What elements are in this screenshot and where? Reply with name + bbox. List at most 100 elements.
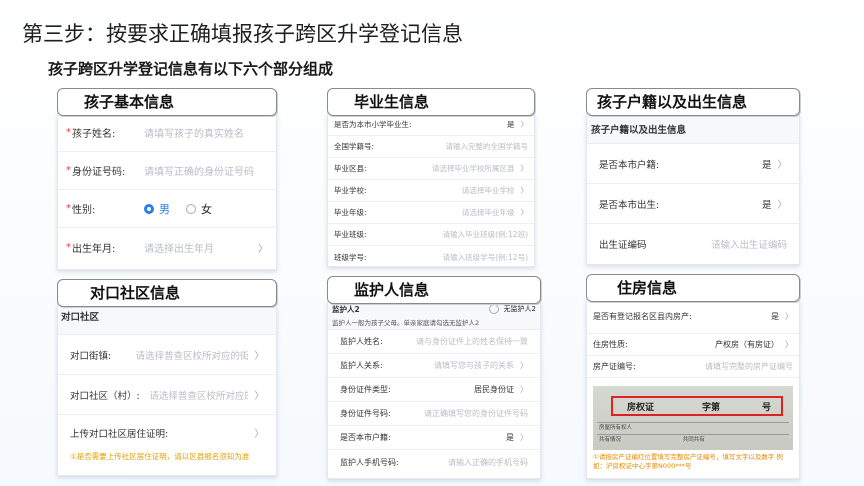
- field-gender: * 性别: 男 女: [58, 190, 276, 228]
- radio-unchecked-icon: [186, 203, 196, 214]
- field-label: 毕业年级:: [334, 208, 367, 217]
- class-number-input[interactable]: 请输入班级学号(例:12号): [443, 252, 528, 263]
- guardian-relation-select[interactable]: 请填写您与孩子的关系: [434, 360, 514, 371]
- field-property-cert[interactable]: 房产证编号: 请填写完整的房产证编号: [587, 356, 799, 378]
- required-mark: *: [66, 127, 71, 138]
- field-label: 住房性质:: [593, 340, 628, 349]
- section-header-basic: 孩子基本信息: [57, 88, 277, 116]
- field-student-id[interactable]: 全国学籍号: 请输入完整的全国学籍号: [328, 136, 534, 158]
- cert-highlight-box: 房权证 字第 号: [611, 396, 783, 416]
- field-class-number[interactable]: 班级学号: 请输入班级学号(例:12号): [328, 246, 534, 266]
- field-value: 是: [771, 312, 779, 321]
- field-has-property[interactable]: 是否有登记报名区县内房产: 是〉: [587, 300, 799, 334]
- section-header-hukou: 孩子户籍以及出生信息: [586, 88, 800, 116]
- card-basic-info: * 孩子姓名: 请填写孩子的真实姓名 * 身份证号码: 请填写正确的身份证号码 …: [57, 113, 277, 270]
- guardian-subheader: 监护人2 无监护人2 监护人一般为孩子父母。单亲家庭请勾选无监护人2: [328, 302, 540, 330]
- student-id-input[interactable]: 请输入完整的全国学籍号: [446, 141, 529, 152]
- chevron-right-icon: 〉: [254, 390, 264, 402]
- grad-grade-select[interactable]: 请选择毕业年级: [462, 207, 515, 218]
- gender-male-label: 男: [159, 202, 170, 216]
- guardian-name-input[interactable]: 请与身份证件上的姓名保持一致: [416, 336, 528, 347]
- field-community-street[interactable]: 对口街镇: 请选择普查区校所对应的街镇 〉: [58, 335, 276, 375]
- field-upload-residence[interactable]: 上传对口社区居住证明: 〉: [58, 415, 276, 451]
- field-label: 身份证件类型:: [340, 385, 391, 394]
- field-label: 性别:: [72, 205, 96, 216]
- gender-male-radio[interactable]: 男: [144, 201, 170, 217]
- radio-unchecked-icon: [488, 304, 499, 314]
- field-label: 是否有登记报名区县内房产:: [593, 311, 692, 321]
- field-housing-type[interactable]: 住房性质: 产权房（有房证） 〉: [587, 334, 799, 356]
- card-graduate-info: 是否为本市小学毕业生: 是〉 全国学籍号: 请输入完整的全国学籍号 毕业区县: …: [327, 113, 535, 267]
- guardian-id-input[interactable]: 请正确填写您的身份证件号码: [424, 408, 528, 419]
- child-name-input[interactable]: 请填写孩子的真实姓名: [144, 125, 244, 140]
- field-id-number[interactable]: * 身份证号码: 请填写正确的身份证号码: [58, 152, 276, 190]
- field-value: 是: [761, 159, 772, 171]
- required-mark: *: [66, 241, 71, 253]
- radio-checked-icon: [144, 203, 154, 214]
- field-id-type[interactable]: 身份证件类型: 居民身份证〉: [328, 378, 540, 402]
- field-guardian-name[interactable]: 监护人姓名: 请与身份证件上的姓名保持一致: [328, 330, 540, 354]
- field-community-village[interactable]: 对口社区（村）: 请选择普查区校所对应的社 〉: [58, 375, 276, 415]
- birth-cert-input[interactable]: 请输入出生证编码: [711, 237, 787, 251]
- guardian-hint: 监护人一般为孩子父母。单亲家庭请勾选无监护人2: [332, 319, 480, 327]
- no-guardian-checkbox[interactable]: 无监护人2: [488, 304, 536, 314]
- field-local-hukou[interactable]: 是否本市户籍: 是〉: [587, 144, 799, 184]
- chevron-right-icon: 〉: [254, 429, 264, 440]
- gender-female-label: 女: [201, 202, 212, 216]
- property-cert-input[interactable]: 请填写完整的房产证编号: [705, 361, 793, 372]
- birth-date-select[interactable]: 请选择出生年月: [144, 240, 214, 255]
- field-grad-school[interactable]: 毕业学校: 请选择毕业学校〉: [328, 180, 534, 202]
- chevron-right-icon: 〉: [520, 361, 528, 370]
- cert-owner-row: 房屋所有权人: [597, 422, 789, 434]
- field-grad-district[interactable]: 毕业区县: 请选择毕业学校所属区县〉: [328, 158, 534, 180]
- field-guardian-phone[interactable]: 监护人手机号码: 请输入正确的手机号码: [328, 450, 540, 474]
- field-label: 孩子姓名:: [72, 129, 116, 140]
- field-label: 是否本市户籍:: [340, 433, 391, 442]
- grad-district-select[interactable]: 请选择毕业学校所属区县: [432, 163, 515, 174]
- guardian-phone-input[interactable]: 请输入正确的手机号码: [448, 457, 528, 468]
- field-guardian-id-number[interactable]: 身份证件号码: 请正确填写您的身份证件号码: [328, 402, 540, 426]
- card-section-title: 孩子户籍以及出生信息: [587, 114, 799, 144]
- field-label: 上传对口社区居住证明:: [70, 429, 169, 440]
- field-label: 对口街镇:: [70, 350, 112, 362]
- section-header-graduate: 毕业生信息: [327, 88, 535, 116]
- chevron-right-icon: 〉: [520, 385, 528, 394]
- property-cert-image: 房权证 字第 号 房屋所有权人 共有情况 共同共有: [593, 386, 793, 450]
- field-guardian-relation[interactable]: 监护人关系: 请填写您与孩子的关系〉: [328, 354, 540, 378]
- gender-female-radio[interactable]: 女: [186, 201, 212, 217]
- section-header-housing: 住房信息: [586, 274, 800, 302]
- no-guardian-label: 无监护人2: [503, 305, 536, 313]
- cert-shared-row: 共有情况 共同共有: [597, 434, 789, 446]
- community-note: ①是否需要上传社区居住证明，请以区县报名须知为准: [70, 452, 250, 461]
- grad-class-input[interactable]: 请输入毕业班级(例:12班): [443, 229, 528, 240]
- required-mark: *: [66, 165, 71, 176]
- field-label: 身份证号码:: [72, 167, 126, 178]
- field-birth-cert[interactable]: 出生证编码 请输入出生证编码: [587, 224, 799, 264]
- field-local-graduate[interactable]: 是否为本市小学毕业生: 是〉: [328, 114, 534, 136]
- field-guardian-hukou[interactable]: 是否本市户籍: 是〉: [328, 426, 540, 450]
- grad-school-select[interactable]: 请选择毕业学校: [462, 185, 515, 196]
- field-local-birth[interactable]: 是否本市出生: 是〉: [587, 184, 799, 224]
- field-label: 出生年月:: [72, 243, 116, 255]
- cert-shared-label: 共有情况: [599, 437, 622, 443]
- field-grad-grade[interactable]: 毕业年级: 请选择毕业年级〉: [328, 202, 534, 224]
- field-value: 产权房（有房证）: [715, 340, 779, 349]
- field-label: 毕业区县:: [334, 164, 367, 173]
- card-housing-info: 是否有登记报名区县内房产: 是〉 住房性质: 产权房（有房证） 〉 房产证编号: …: [586, 299, 800, 479]
- field-grad-class[interactable]: 毕业班级: 请输入毕业班级(例:12班): [328, 224, 534, 246]
- chevron-right-icon: 〉: [520, 208, 529, 217]
- chevron-right-icon: 〉: [777, 159, 787, 171]
- field-label: 是否为本市小学毕业生:: [334, 120, 412, 129]
- id-number-input[interactable]: 请填写正确的身份证号码: [144, 163, 254, 178]
- field-label: 房产证编号:: [593, 362, 636, 371]
- field-label: 出生证编码: [599, 240, 647, 251]
- page-subtitle: 孩子跨区升学登记信息有以下六个部分组成: [48, 60, 334, 78]
- field-label: 是否本市户籍:: [599, 159, 660, 171]
- field-child-name[interactable]: * 孩子姓名: 请填写孩子的真实姓名: [58, 114, 276, 152]
- section-header-community: 对口社区信息: [57, 279, 277, 307]
- field-value: 是: [506, 433, 514, 442]
- field-birth-date[interactable]: * 出生年月: 请选择出生年月 〉: [58, 228, 276, 266]
- community-village-select[interactable]: 请选择普查区校所对应的社: [149, 388, 248, 402]
- community-street-select[interactable]: 请选择普查区校所对应的街镇: [135, 348, 248, 362]
- chevron-right-icon: 〉: [785, 312, 793, 321]
